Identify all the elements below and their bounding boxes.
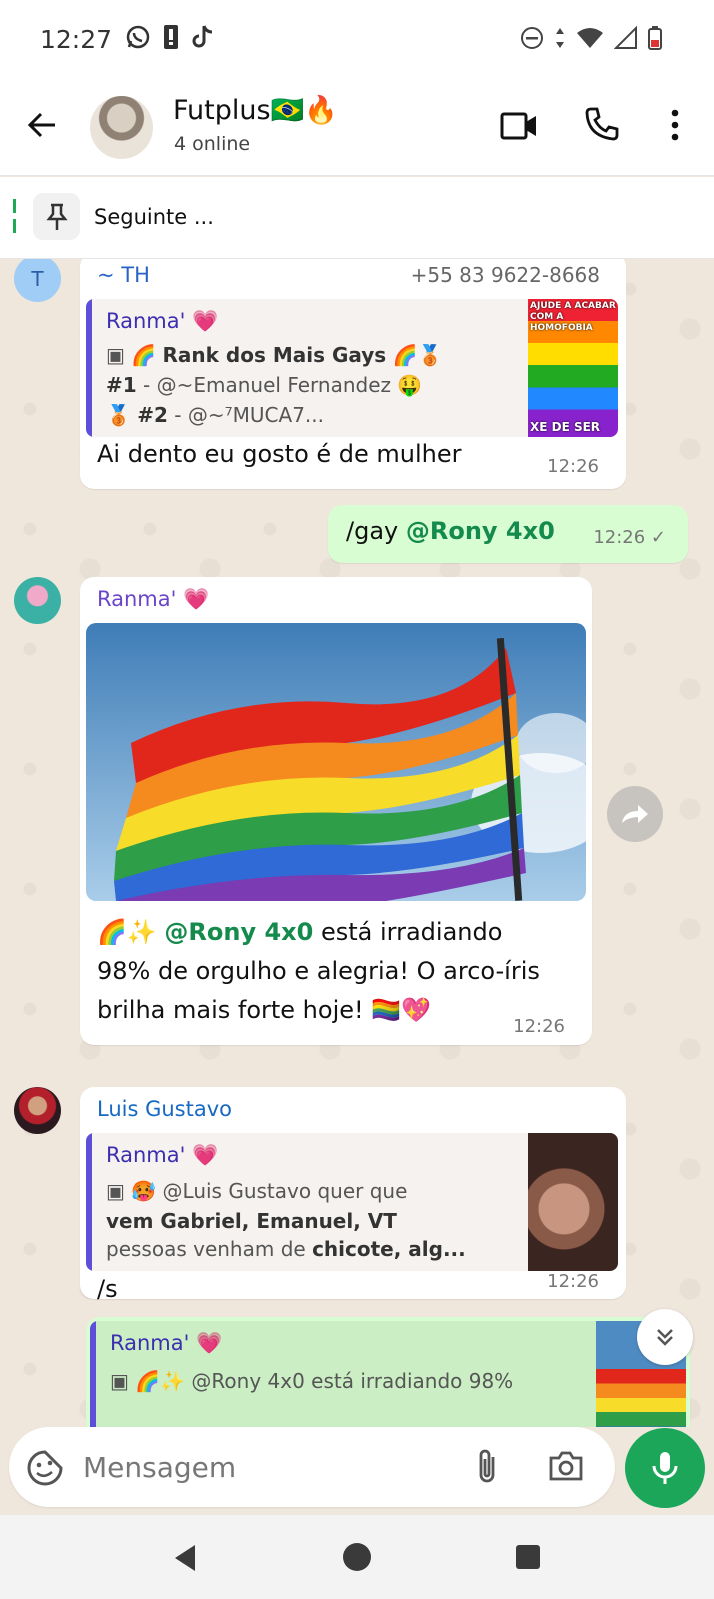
reply-line: vem Gabriel, Emanuel, VT	[106, 1209, 397, 1233]
message-time: 12:26	[513, 1016, 565, 1037]
message-bubble-outgoing[interactable]: /gay @Rony 4x0 12:26 ✓	[328, 505, 688, 563]
message-text: Ai dento eu gosto é de mulher	[97, 440, 462, 468]
message-bubble-outgoing[interactable]: Ranma' 💗 ▣ 🌈✨ @Rony 4x0 está irradiando …	[86, 1317, 690, 1427]
sender-phone: +55 83 9622-8668	[410, 263, 600, 287]
forward-button[interactable]	[607, 786, 663, 842]
tiktok-icon	[192, 25, 213, 48]
dnd-icon	[521, 27, 543, 49]
sender-name[interactable]: Luis Gustavo	[97, 1097, 232, 1121]
reply-line: #1 - @~Emanuel Fernandez 🤑	[106, 373, 423, 397]
image-icon: ▣	[106, 343, 125, 367]
image-icon: ▣	[106, 1179, 125, 1203]
attach-icon[interactable]	[473, 1447, 501, 1487]
sender-name[interactable]: Ranma' 💗	[97, 587, 209, 612]
pin-icon	[45, 203, 68, 230]
status-bar: 12:27	[0, 0, 714, 78]
sender-name[interactable]: ~ TH	[97, 263, 150, 287]
battery-icon	[648, 26, 662, 50]
signal-icon	[614, 26, 637, 49]
whatsapp-icon	[126, 25, 150, 49]
rainbow-flag-image[interactable]	[86, 623, 586, 901]
avatar[interactable]: T	[14, 259, 61, 302]
pinned-label: Seguinte ...	[94, 205, 214, 229]
message-text: /gay @Rony 4x0	[346, 517, 555, 545]
avatar[interactable]	[14, 577, 61, 624]
status-time: 12:27	[40, 25, 113, 54]
reply-line: pessoas venham de chicote, alg...	[106, 1237, 466, 1261]
sim-icon	[164, 25, 178, 49]
avatar-letter: T	[31, 266, 44, 291]
group-avatar[interactable]	[90, 96, 153, 159]
mention[interactable]: @Rony 4x0	[406, 517, 555, 545]
chat-header: Futplus🇧🇷🔥 4 online	[0, 78, 714, 176]
message-text: /s	[97, 1275, 118, 1303]
forward-icon	[622, 805, 648, 823]
pin-icon-box	[33, 193, 80, 240]
scroll-down-icon	[657, 1329, 673, 1346]
online-count: 4 online	[174, 133, 251, 155]
mic-button[interactable]	[625, 1428, 705, 1508]
voice-call-icon[interactable]	[584, 106, 620, 142]
mention[interactable]: @Rony 4x0	[164, 918, 313, 946]
mic-icon	[652, 1452, 678, 1484]
nav-back-icon[interactable]	[171, 1543, 199, 1573]
message-time: 12:26 ✓	[593, 527, 666, 548]
message-input-bar[interactable]: Mensagem	[9, 1427, 615, 1507]
camera-icon[interactable]	[547, 1447, 585, 1485]
pinned-indicator	[13, 199, 16, 213]
message-bubble[interactable]: ~ TH +55 83 9622-8668 Ranma' 💗 ▣ 🌈 Rank …	[80, 259, 626, 489]
avatar[interactable]	[14, 1087, 61, 1134]
reply-line: ▣ 🥵 @Luis Gustavo quer que	[106, 1179, 408, 1203]
pinned-message-bar[interactable]: Seguinte ...	[0, 177, 714, 259]
system-nav-bar	[0, 1515, 714, 1599]
reply-sender: Ranma' 💗	[110, 1331, 223, 1355]
scroll-down-button[interactable]	[637, 1309, 693, 1365]
nav-recents-icon[interactable]	[515, 1544, 541, 1570]
message-text: 🌈✨ @Rony 4x0 está irradiando 98% de orgu…	[97, 918, 540, 1024]
wifi-icon	[577, 28, 603, 48]
message-time: 12:26	[547, 456, 599, 477]
reply-thumbnail: AJUDE A ACABAR COM A HOMOFOBIA XE DE SER	[528, 299, 618, 437]
emoji-icon[interactable]	[26, 1449, 64, 1487]
quoted-reply[interactable]: Ranma' 💗 ▣ 🥵 @Luis Gustavo quer que vem …	[86, 1133, 618, 1271]
quoted-reply[interactable]: Ranma' 💗 ▣ 🌈 Rank dos Mais Gays 🌈🥉 #1 - …	[86, 299, 618, 437]
chat-area[interactable]: T ~ TH +55 83 9622-8668 Ranma' 💗 ▣ 🌈 Ran…	[0, 259, 714, 1427]
data-icon	[556, 28, 564, 48]
image-icon: ▣	[110, 1369, 129, 1393]
reply-sender: Ranma' 💗	[106, 1143, 219, 1167]
reply-line: ▣ 🌈 Rank dos Mais Gays 🌈🥉	[106, 343, 443, 367]
video-call-icon[interactable]	[500, 110, 538, 142]
message-bubble[interactable]: Ranma' 💗 🌈✨ @Rony 4x0 está irradiando 98…	[80, 577, 592, 1045]
back-arrow-icon[interactable]	[25, 108, 59, 142]
nav-home-icon[interactable]	[342, 1542, 372, 1572]
reply-thumbnail	[528, 1133, 618, 1271]
message-bubble[interactable]: Luis Gustavo Ranma' 💗 ▣ 🥵 @Luis Gustavo …	[80, 1087, 626, 1303]
reply-sender: Ranma' 💗	[106, 309, 219, 333]
group-title[interactable]: Futplus🇧🇷🔥	[173, 94, 338, 126]
reply-line: 🥉 #2 - @~⁷MUCA7...	[106, 403, 324, 427]
reply-line: ▣ 🌈✨ @Rony 4x0 está irradiando 98%	[110, 1369, 514, 1393]
message-time: 12:26	[547, 1271, 599, 1292]
message-input[interactable]: Mensagem	[83, 1451, 236, 1484]
more-vert-icon[interactable]	[668, 108, 682, 142]
quoted-reply[interactable]: Ranma' 💗 ▣ 🌈✨ @Rony 4x0 está irradiando …	[90, 1321, 686, 1427]
